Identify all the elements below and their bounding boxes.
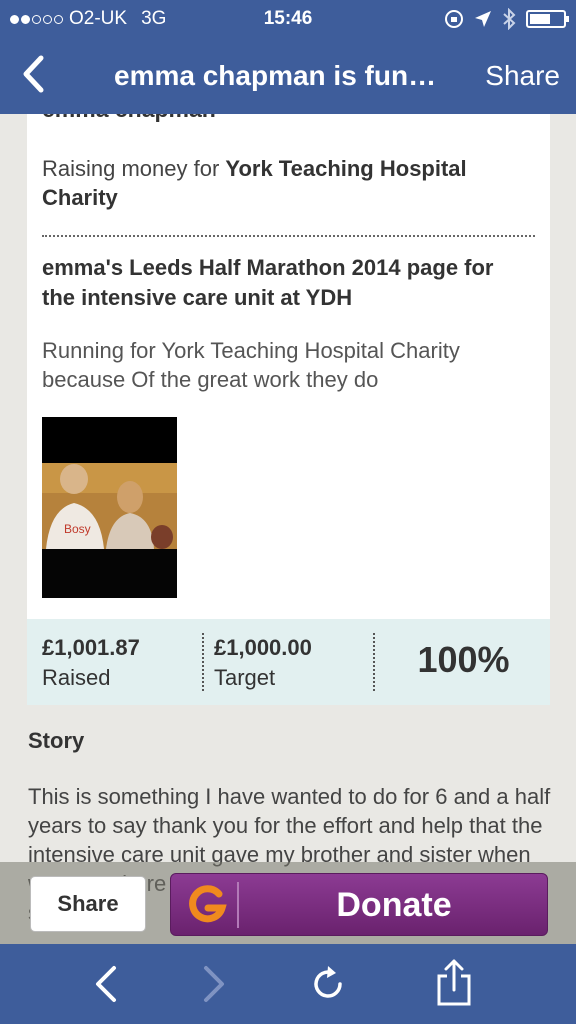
raised-amount: £1,001.87 (42, 635, 140, 660)
target-label: Target (214, 665, 276, 690)
raising-for-text: Raising money for York Teaching Hospital… (42, 154, 522, 212)
bluetooth-icon (503, 8, 516, 30)
page-title: emma chapman is fun… (114, 60, 437, 91)
status-bar: O2-UK 3G 15:46 (0, 0, 576, 38)
running-for-text: Running for York Teaching Hospital Chari… (42, 338, 460, 392)
donate-bar: Share Donate (0, 862, 576, 944)
fundraiser-name: emma chapman (42, 114, 216, 123)
donate-separator (237, 882, 239, 928)
share-sheet-icon[interactable] (434, 958, 474, 1008)
fundraising-card: emma chapman Raising money for York Teac… (27, 114, 550, 619)
fundraising-stats: £1,001.87 Raised £1,000.00 Target 100% (27, 619, 550, 705)
fundraising-page-title: emma's Leeds Half Marathon 2014 page for… (42, 255, 494, 310)
svg-text:Bosy: Bosy (64, 522, 91, 536)
stats-divider (373, 633, 375, 691)
share-button[interactable]: Share (30, 876, 146, 932)
justgiving-logo-icon (189, 885, 227, 923)
fundraiser-photo: Bosy (42, 417, 177, 598)
stats-divider (202, 633, 204, 691)
percent-raised: 100% (417, 639, 510, 680)
raised-stat: £1,001.87 Raised (42, 633, 140, 693)
forward-arrow-icon[interactable] (200, 964, 228, 1004)
raised-label: Raised (42, 665, 111, 690)
nav-bar: emma chapman is fun… Share (0, 38, 576, 114)
browser-toolbar (0, 944, 576, 1024)
status-right (444, 8, 569, 30)
donate-label: Donate (336, 886, 452, 924)
donate-button[interactable]: Donate (170, 873, 548, 936)
battery-icon (526, 10, 569, 28)
refresh-icon[interactable] (308, 964, 348, 1004)
story-heading: Story (28, 728, 85, 753)
nav-share-button[interactable]: Share (485, 60, 560, 92)
divider (42, 235, 535, 237)
target-stat: £1,000.00 Target (214, 633, 312, 693)
back-chevron-icon[interactable] (20, 54, 46, 94)
back-arrow-icon[interactable] (92, 964, 120, 1004)
raising-prefix: Raising money for (42, 156, 226, 181)
orientation-lock-icon (445, 10, 463, 28)
location-arrow-icon (475, 11, 491, 27)
target-amount: £1,000.00 (214, 635, 312, 660)
